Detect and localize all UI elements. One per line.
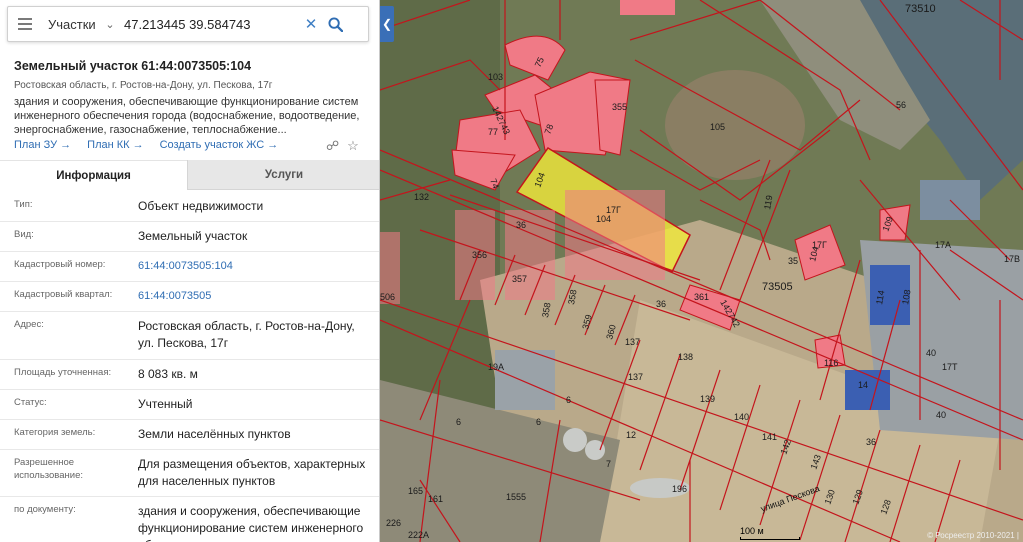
property-row: Кадастровый квартал: 61:44:0073505 <box>0 282 379 312</box>
action-links: План ЗУ → План КК → Создать участок ЖС → <box>14 139 294 151</box>
quarter-label: 73505 <box>762 281 793 293</box>
parcel-label: 6 <box>536 417 541 427</box>
chevron-down-icon[interactable]: ⌄ <box>102 18 118 31</box>
search-bar: Участки ⌄ ✕ <box>7 6 369 42</box>
parcel-label: 132 <box>414 192 429 202</box>
quarter-label: 73510 <box>905 3 936 15</box>
parcel-label: 12 <box>626 430 636 440</box>
tab-services[interactable]: Услуги <box>187 160 379 190</box>
property-value: Земли населённых пунктов <box>138 427 291 441</box>
property-label: Кадастровый квартал: <box>14 289 113 300</box>
parcel-label: 161 <box>428 494 443 504</box>
parcel-label: 357 <box>512 274 527 284</box>
close-icon[interactable]: ✕ <box>300 15 322 33</box>
property-label: Площадь уточненная: <box>14 367 112 378</box>
property-value: Для размещения объектов, характерных для… <box>138 457 366 488</box>
property-label: Статус: <box>14 397 47 408</box>
parcel-label: 36 <box>516 220 526 230</box>
parcel-label: 19А <box>488 362 504 372</box>
parcel-label: 137 <box>625 337 640 347</box>
tab-information[interactable]: Информация <box>0 160 187 190</box>
parcel-label: 196 <box>672 484 687 494</box>
parcel-label: 222А <box>408 530 429 540</box>
object-title: Земельный участок 61:44:0073505:104 <box>14 59 252 73</box>
property-label: Вид: <box>14 229 34 240</box>
parcel-label: 17Г <box>606 205 621 215</box>
menu-icon[interactable] <box>8 18 42 30</box>
action-icons: ☍ ☆ <box>326 138 359 154</box>
property-row: Разрешенное использование: Для размещени… <box>0 450 379 497</box>
info-panel: Участки ⌄ ✕ Земельный участок 61:44:0073… <box>0 0 380 542</box>
star-icon[interactable]: ☆ <box>347 138 359 154</box>
parcel-label: 103 <box>488 72 503 82</box>
parcel-label: 17В <box>1004 254 1020 264</box>
parcel-label: 506 <box>380 292 395 302</box>
property-row: по документу: здания и сооружения, обесп… <box>0 497 379 542</box>
map-copyright: © Росреестр 2010-2021 | <box>927 531 1019 540</box>
parcel-label: 14 <box>858 380 868 390</box>
property-row: Адрес: Ростовская область, г. Ростов-на-… <box>0 312 379 360</box>
parcel-label: 138 <box>678 352 693 362</box>
property-label: Адрес: <box>14 319 44 330</box>
property-label: Кадастровый номер: <box>14 259 106 270</box>
create-parcel-link[interactable]: Создать участок ЖС → <box>160 139 279 151</box>
parcel-label: 36 <box>866 437 876 447</box>
parcel-label: 137 <box>628 372 643 382</box>
parcel-label: 7 <box>606 459 611 469</box>
parcel-label: 6 <box>456 417 461 427</box>
search-type-select[interactable]: Участки <box>42 17 102 32</box>
parcel-label: 56 <box>896 100 906 110</box>
parcel-label: 40 <box>926 348 936 358</box>
parcel-label: 40 <box>936 410 946 420</box>
scale-label: 100 м <box>740 526 764 536</box>
parcel-label: 6 <box>566 395 571 405</box>
plan-kk-link[interactable]: План КК → <box>87 139 143 151</box>
property-value: 8 083 кв. м <box>138 367 198 381</box>
parcel-label: 77 <box>488 127 498 137</box>
property-row: Статус: Учтенный <box>0 390 379 420</box>
properties-list: Тип: Объект недвижимости Вид: Земельный … <box>0 192 379 542</box>
property-value: здания и сооружения, обеспечивающие функ… <box>138 504 364 542</box>
collapse-panel-button[interactable]: ❮ <box>380 6 394 42</box>
search-icon[interactable] <box>322 16 348 32</box>
parcel-label: 104 <box>596 214 611 224</box>
property-row: Вид: Земельный участок <box>0 222 379 252</box>
parcel-label: 356 <box>472 250 487 260</box>
parcel-label: 140 <box>734 412 749 422</box>
property-label: Тип: <box>14 199 33 210</box>
property-value: Объект недвижимости <box>138 199 264 213</box>
parcel-label: 226 <box>386 518 401 528</box>
parcel-label: 361 <box>694 292 709 302</box>
property-row: Тип: Объект недвижимости <box>0 192 379 222</box>
property-row: Категория земель: Земли населённых пункт… <box>0 420 379 450</box>
parcel-label: 36 <box>656 299 666 309</box>
plan-zu-link[interactable]: План ЗУ → <box>14 139 71 151</box>
property-label: Разрешенное использование: <box>14 457 84 481</box>
property-label: по документу: <box>14 504 76 515</box>
property-row: Кадастровый номер: 61:44:0073505:104 <box>0 252 379 282</box>
search-document-icon[interactable]: ☍ <box>326 138 339 154</box>
parcel-label: 139 <box>700 394 715 404</box>
cadastral-quarter-link[interactable]: 61:44:0073505 <box>138 288 372 305</box>
object-description: здания и сооружения, обеспечивающие функ… <box>14 96 360 136</box>
parcel-label: 35 <box>788 256 798 266</box>
cadastral-number-link[interactable]: 61:44:0073505:104 <box>138 258 372 275</box>
property-row: Площадь уточненная: 8 083 кв. м <box>0 360 379 390</box>
search-input[interactable] <box>124 16 300 32</box>
parcel-label: 355 <box>612 102 627 112</box>
scale-bar: 100 м <box>740 526 800 540</box>
parcel-label: 1555 <box>506 492 526 502</box>
property-value: Учтенный <box>138 397 193 411</box>
parcel-label: 116 <box>824 358 838 368</box>
object-address: Ростовская область, г. Ростов-на-Дону, у… <box>14 80 273 91</box>
tabs: Информация Услуги <box>0 160 379 190</box>
parcel-label: 17А <box>935 240 951 250</box>
parcel-label: 165 <box>408 486 423 496</box>
property-label: Категория земель: <box>14 427 96 438</box>
parcel-label: 141 <box>762 432 777 442</box>
parcel-label: 105 <box>710 122 725 132</box>
parcel-label: 17Т <box>942 362 958 372</box>
property-value: Земельный участок <box>138 229 248 243</box>
property-value: Ростовская область, г. Ростов-на-Дону, у… <box>138 319 355 350</box>
